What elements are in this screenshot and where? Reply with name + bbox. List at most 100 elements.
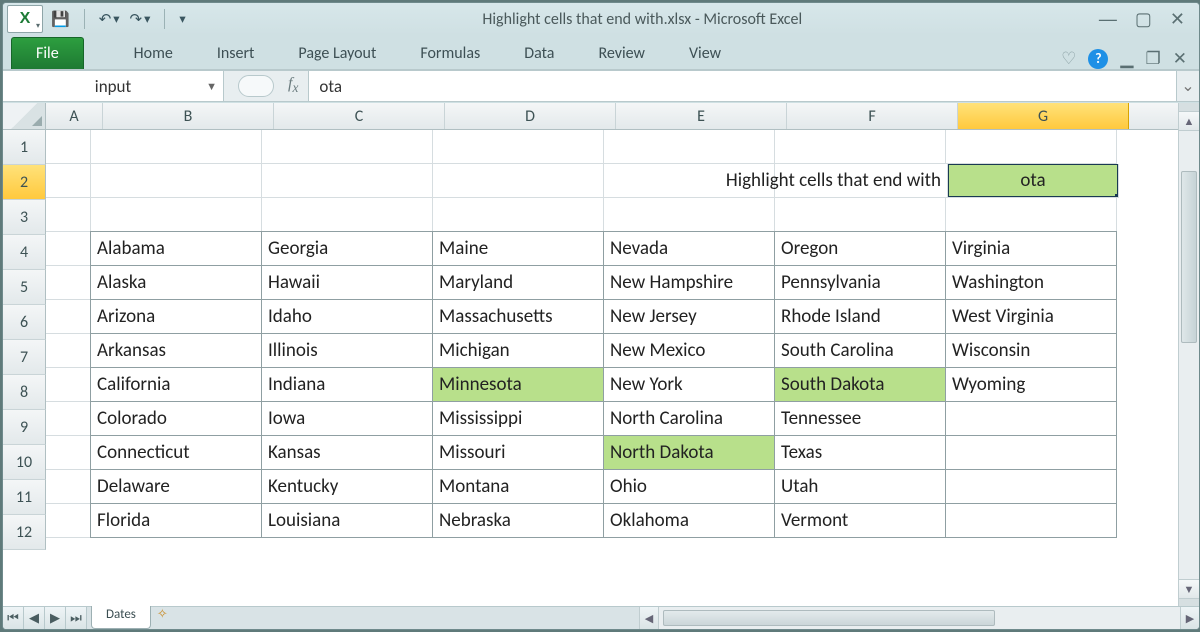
cells[interactable]: Highlight cells that end withotaAlabamaG… — [46, 130, 1119, 607]
cell[interactable]: Pennsylvania — [774, 265, 946, 300]
cell[interactable] — [46, 334, 91, 368]
ribbon-minimize-icon[interactable]: ♡ — [1061, 48, 1076, 69]
cell[interactable]: North Dakota — [603, 435, 775, 470]
scroll-track[interactable] — [658, 607, 1180, 629]
cell[interactable]: Indiana — [261, 367, 433, 402]
cell[interactable] — [946, 198, 1117, 232]
cell[interactable]: Minnesota — [432, 367, 604, 402]
app-icon[interactable]: X ▾ — [7, 5, 43, 33]
cell[interactable]: Virginia — [945, 231, 1117, 266]
cell[interactable]: Illinois — [261, 333, 433, 368]
cell[interactable]: Missouri — [432, 435, 604, 470]
cell[interactable]: Vermont — [774, 503, 946, 538]
cell[interactable] — [46, 130, 91, 164]
row-header[interactable]: 1 — [3, 130, 46, 165]
select-all-corner[interactable] — [3, 103, 46, 129]
row-header[interactable]: 3 — [3, 200, 46, 235]
cell[interactable]: Montana — [432, 469, 604, 504]
scroll-thumb[interactable] — [1181, 171, 1197, 343]
cell[interactable]: Oregon — [774, 231, 946, 266]
cell[interactable]: Rhode Island — [774, 299, 946, 334]
horizontal-scrollbar[interactable]: ◀ ▶ — [639, 607, 1199, 629]
sheet-tab[interactable]: Dates — [91, 606, 151, 629]
row-header[interactable]: 11 — [3, 480, 46, 515]
cell[interactable]: Alaska — [90, 265, 262, 300]
row-header[interactable]: 8 — [3, 375, 46, 410]
col-header[interactable]: D — [445, 103, 616, 129]
cell[interactable]: South Dakota — [774, 367, 946, 402]
cell[interactable]: South Carolina — [774, 333, 946, 368]
cell[interactable] — [262, 130, 433, 164]
cell[interactable] — [46, 470, 91, 504]
cell[interactable] — [433, 130, 604, 164]
row-header[interactable]: 12 — [3, 515, 46, 550]
cell[interactable]: Maine — [432, 231, 604, 266]
scroll-down-button[interactable]: ▼ — [1179, 579, 1199, 598]
close-button[interactable]: ✕ — [1170, 9, 1185, 30]
cell[interactable]: Maryland — [432, 265, 604, 300]
cell[interactable] — [433, 198, 604, 232]
col-header[interactable]: E — [616, 103, 787, 129]
cell[interactable]: Arkansas — [90, 333, 262, 368]
cell[interactable]: Florida — [90, 503, 262, 538]
tab-home[interactable]: Home — [112, 38, 195, 69]
cell[interactable] — [945, 469, 1117, 504]
undo-button[interactable]: ↶▾ — [99, 10, 120, 29]
cell[interactable]: Nevada — [603, 231, 775, 266]
cell[interactable]: Highlight cells that end with — [775, 164, 948, 198]
cell[interactable] — [46, 504, 91, 538]
cell[interactable]: Idaho — [261, 299, 433, 334]
cell[interactable]: New Jersey — [603, 299, 775, 334]
cell[interactable] — [775, 130, 946, 164]
cell[interactable] — [945, 503, 1117, 538]
col-header[interactable]: B — [103, 103, 274, 129]
insert-function-button[interactable] — [238, 75, 274, 97]
cell[interactable] — [46, 300, 91, 334]
cell[interactable] — [46, 402, 91, 436]
scroll-up-button[interactable]: ▲ — [1179, 112, 1199, 131]
sheet-nav-next[interactable]: ▶ — [45, 607, 66, 629]
cell[interactable]: Washington — [945, 265, 1117, 300]
cell[interactable] — [945, 435, 1117, 470]
tab-data[interactable]: Data — [502, 38, 576, 69]
cell[interactable]: Kentucky — [261, 469, 433, 504]
fill-handle[interactable] — [1115, 194, 1119, 198]
col-header[interactable]: F — [787, 103, 958, 129]
cell[interactable]: California — [90, 367, 262, 402]
cell[interactable] — [46, 164, 91, 198]
cell[interactable]: New Mexico — [603, 333, 775, 368]
cell[interactable]: Kansas — [261, 435, 433, 470]
formula-input[interactable]: ota — [308, 71, 1176, 101]
sheet-nav-first[interactable]: ⏮ — [3, 607, 24, 629]
tab-page-layout[interactable]: Page Layout — [276, 38, 398, 69]
row-header[interactable]: 2 — [3, 165, 46, 200]
name-box[interactable]: input ▼ — [3, 71, 224, 101]
cell[interactable]: Mississippi — [432, 401, 604, 436]
cell[interactable]: Texas — [774, 435, 946, 470]
chevron-down-icon[interactable]: ▼ — [206, 80, 217, 93]
cell[interactable]: Iowa — [261, 401, 433, 436]
cell[interactable]: Nebraska — [432, 503, 604, 538]
cell[interactable] — [945, 401, 1117, 436]
cell[interactable]: Ohio — [603, 469, 775, 504]
cell[interactable] — [46, 232, 91, 266]
new-sheet-button[interactable]: ✧ — [157, 607, 168, 629]
sheet-nav-prev[interactable]: ◀ — [24, 607, 45, 629]
tab-view[interactable]: View — [667, 38, 743, 69]
cell[interactable]: North Carolina — [603, 401, 775, 436]
row-header[interactable]: 6 — [3, 305, 46, 340]
cell[interactable] — [775, 198, 946, 232]
scroll-right-button[interactable]: ▶ — [1180, 607, 1199, 629]
cell[interactable] — [46, 198, 91, 232]
split-handle[interactable] — [1179, 103, 1199, 112]
cell[interactable]: Arizona — [90, 299, 262, 334]
doc-minimize-button[interactable]: ▁ — [1120, 48, 1133, 69]
tab-review[interactable]: Review — [576, 38, 667, 69]
input-cell[interactable]: ota — [948, 164, 1119, 198]
row-header[interactable]: 5 — [3, 270, 46, 305]
cell[interactable]: New Hampshire — [603, 265, 775, 300]
scroll-left-button[interactable]: ◀ — [639, 607, 658, 629]
file-tab[interactable]: File — [11, 37, 84, 69]
cell[interactable] — [46, 436, 91, 470]
cell[interactable]: Michigan — [432, 333, 604, 368]
